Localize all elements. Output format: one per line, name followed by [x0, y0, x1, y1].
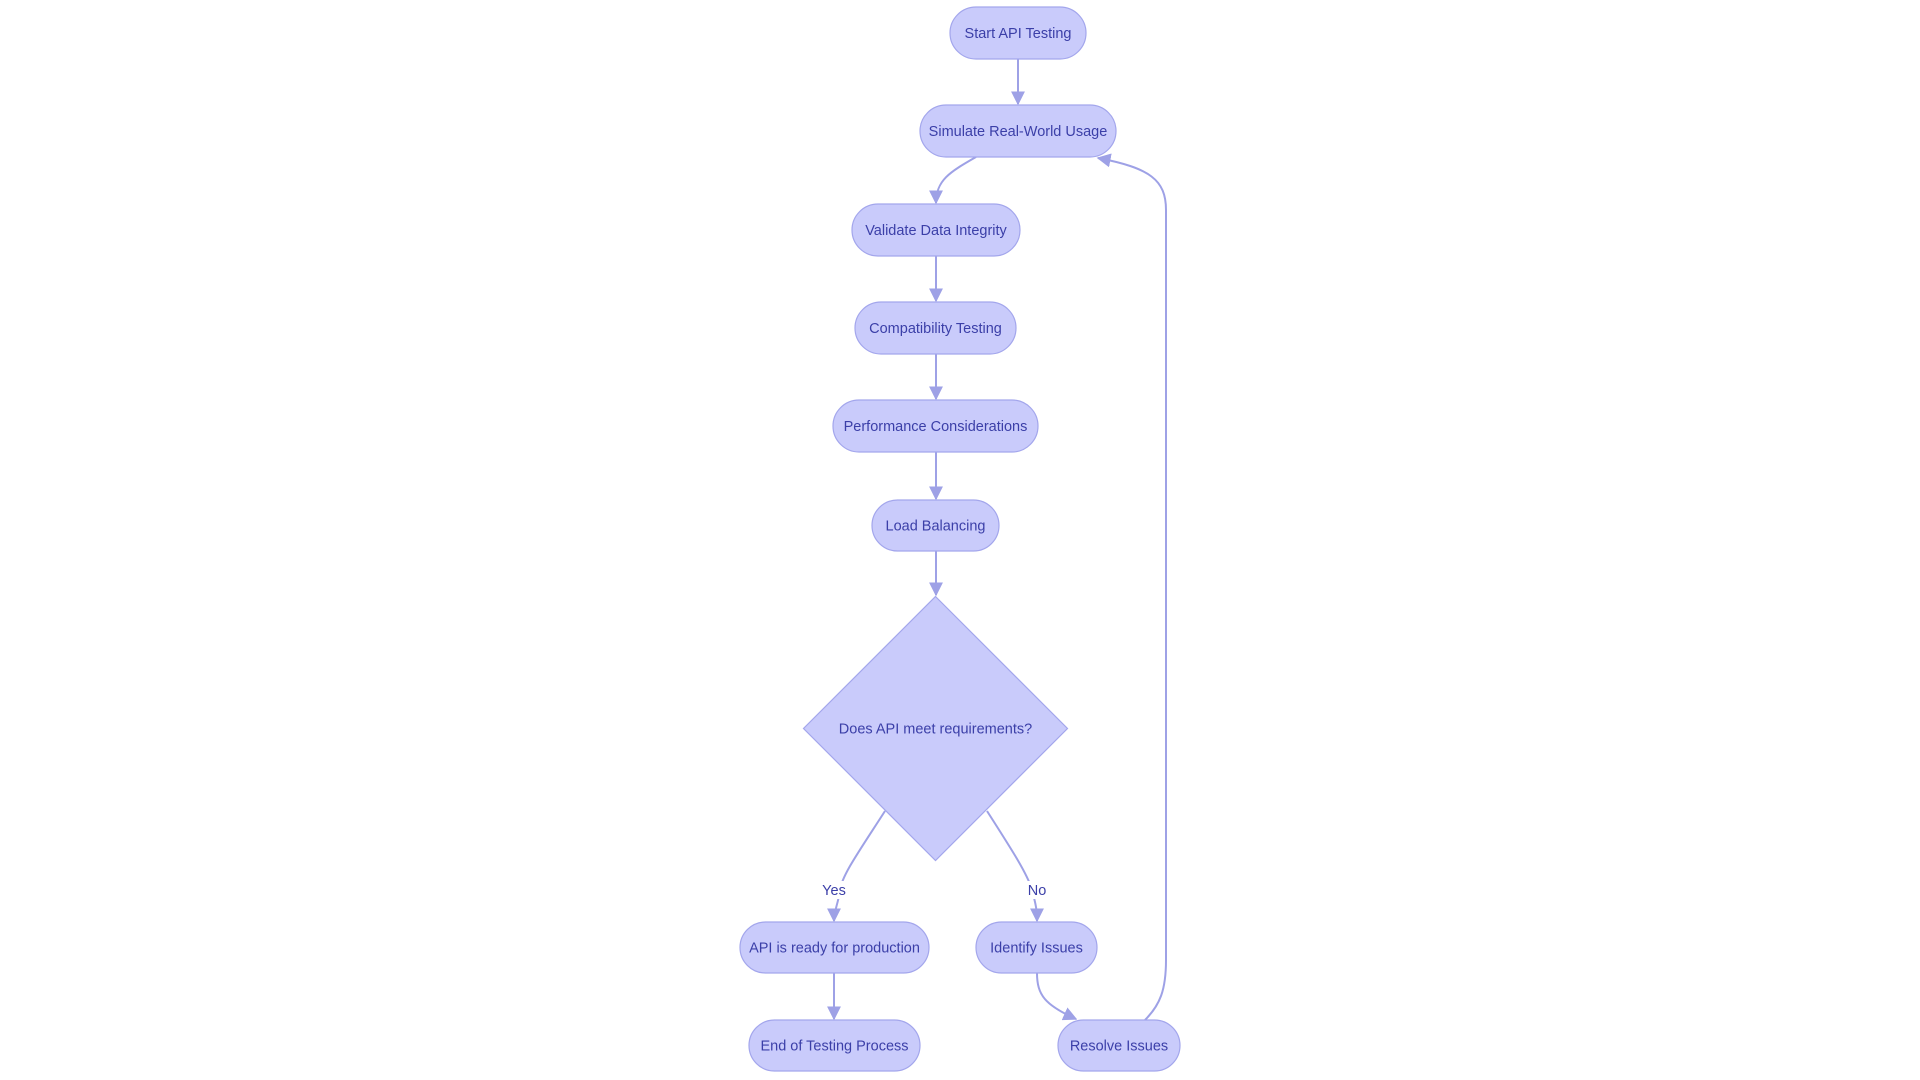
node-label: Load Balancing [886, 519, 986, 535]
node-validate[interactable]: Validate Data Integrity [851, 203, 1021, 257]
node-identify[interactable]: Identify Issues [975, 921, 1098, 974]
node-end[interactable]: End of Testing Process [748, 1019, 921, 1072]
node-label: Validate Data Integrity [865, 223, 1007, 239]
node-label: Does API meet requirements? [839, 722, 1032, 738]
edge-label-no: No [1028, 883, 1047, 899]
node-load[interactable]: Load Balancing [871, 499, 1000, 552]
node-decision[interactable]: Does API meet requirements? [802, 595, 1069, 862]
flowchart-canvas: Yes No Start API Testing Simulate Real-Wor… [739, 6, 1181, 1072]
edge-decision-ready [827, 810, 886, 923]
node-label: Simulate Real-World Usage [929, 124, 1108, 140]
edge-label-yes: Yes [822, 883, 846, 899]
node-label: Resolve Issues [1070, 1039, 1168, 1055]
node-resolve[interactable]: Resolve Issues [1057, 1019, 1181, 1072]
node-label: End of Testing Process [760, 1039, 908, 1055]
edge-identify-resolve [1036, 972, 1078, 1021]
node-start[interactable]: Start API Testing [949, 6, 1087, 60]
edge-resolve-simulate [1096, 153, 1167, 1021]
node-label: Start API Testing [965, 26, 1072, 42]
edge-decision-identify [986, 810, 1044, 923]
node-label: Compatibility Testing [869, 321, 1002, 337]
node-ready[interactable]: API is ready for production [739, 921, 930, 974]
node-perf[interactable]: Performance Considerations [832, 399, 1039, 453]
node-label: Identify Issues [990, 941, 1083, 957]
node-compat[interactable]: Compatibility Testing [854, 301, 1017, 355]
node-simulate[interactable]: Simulate Real-World Usage [919, 104, 1117, 158]
node-label: API is ready for production [749, 941, 920, 957]
node-label: Performance Considerations [844, 419, 1028, 435]
edge-simulate-validate [929, 156, 977, 205]
